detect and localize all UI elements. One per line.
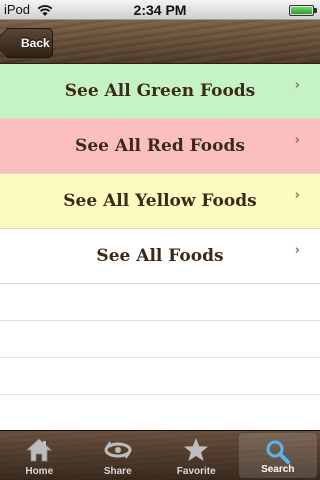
tab-label: Favorite [176, 466, 216, 477]
list-item-label: See All Green Foods [64, 81, 256, 101]
chevron-right-icon: › [294, 133, 300, 148]
search-icon [266, 440, 290, 464]
list-item-yellow-foods[interactable]: See All Yellow Foods › [0, 174, 320, 229]
navigation-bar: Back [0, 20, 320, 64]
food-list: See All Green Foods › See All Red Foods … [0, 64, 320, 432]
empty-row [0, 284, 320, 321]
tab-label: Share [103, 466, 132, 477]
chevron-right-icon: › [294, 78, 300, 93]
home-icon [26, 438, 53, 462]
tab-share[interactable]: Share [79, 431, 158, 480]
back-button[interactable]: Back [7, 28, 53, 58]
empty-row [0, 358, 320, 395]
status-bar: iPod 2:34 PM [0, 0, 320, 20]
list-item-red-foods[interactable]: See All Red Foods › [0, 119, 320, 174]
chevron-right-icon: › [294, 243, 300, 258]
status-time: 2:34 PM [133, 2, 187, 18]
empty-row [0, 321, 320, 358]
list-item-green-foods[interactable]: See All Green Foods › [0, 64, 320, 119]
list-item-all-foods[interactable]: See All Foods › [0, 229, 320, 284]
battery-icon [289, 5, 317, 16]
tab-favorite[interactable]: Favorite [157, 431, 236, 480]
chevron-right-icon: › [294, 188, 300, 203]
list-item-label: See All Red Foods [75, 136, 245, 156]
tab-search[interactable]: Search [238, 433, 317, 478]
back-button-label: Back [21, 36, 50, 50]
star-icon [184, 438, 209, 461]
list-item-label: See All Yellow Foods [63, 191, 257, 211]
list-item-label: See All Foods [96, 246, 224, 266]
tab-bar: Home Share Favorite Search [0, 430, 320, 480]
tab-label: Search [261, 464, 295, 475]
tab-home[interactable]: Home [0, 431, 79, 480]
tab-label: Home [25, 466, 54, 477]
empty-row [0, 395, 320, 432]
share-icon [104, 441, 132, 459]
